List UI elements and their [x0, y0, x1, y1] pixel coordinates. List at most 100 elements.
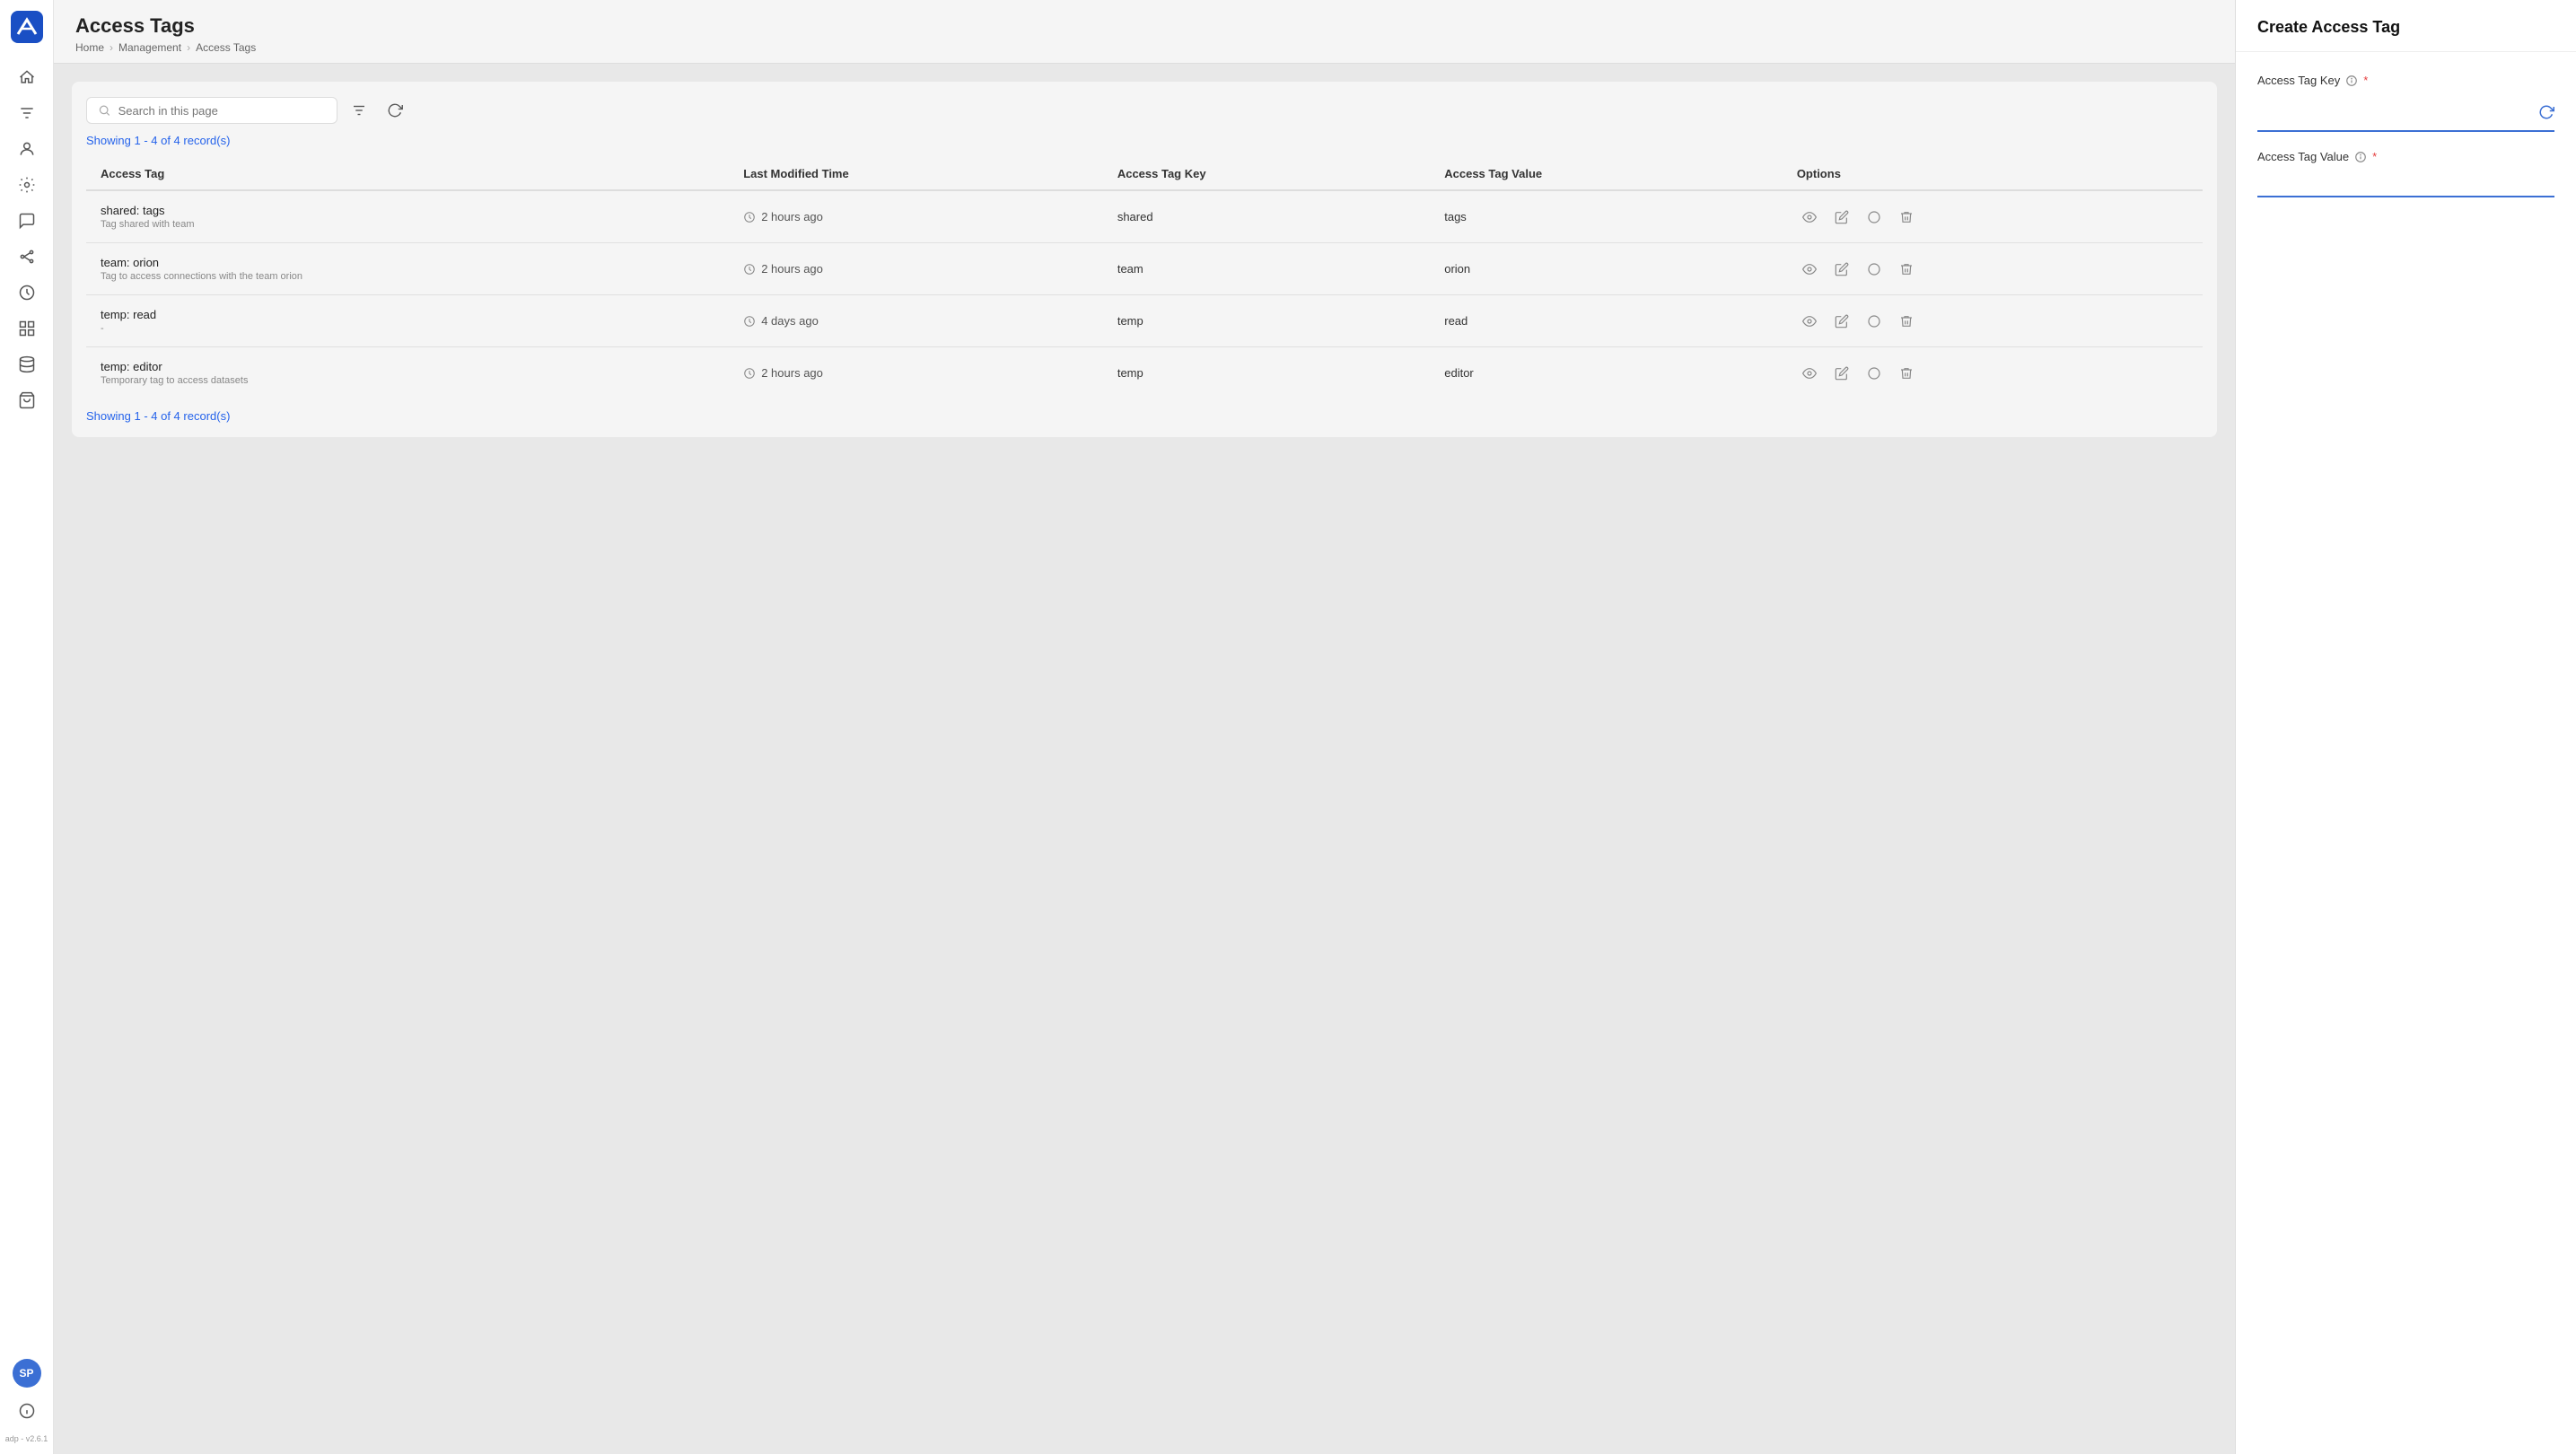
tag-desc-1: Tag to access connections with the team …: [101, 271, 714, 282]
cell-key-2: temp: [1103, 295, 1430, 347]
toolbar: [86, 96, 2203, 125]
col-access-tag-key: Access Tag Key: [1103, 158, 1430, 190]
edit-button-2[interactable]: [1829, 309, 1854, 334]
delete-button-1[interactable]: [1894, 257, 1919, 282]
info-icon-key: [2345, 74, 2358, 87]
delete-button-3[interactable]: [1894, 361, 1919, 386]
actions-1: [1797, 257, 2188, 282]
create-panel-header: Create Access Tag: [2236, 0, 2576, 52]
modified-time-0: 2 hours ago: [761, 210, 823, 223]
actions-0: [1797, 205, 2188, 230]
edit-button-3[interactable]: [1829, 361, 1854, 386]
modified-time-3: 2 hours ago: [761, 366, 823, 380]
sidebar-item-chat[interactable]: [11, 205, 43, 237]
breadcrumb: Home › Management › Access Tags: [75, 41, 2213, 54]
time-cell-2: 4 days ago: [743, 314, 1089, 328]
copy-button-0[interactable]: [1862, 205, 1887, 230]
view-button-0[interactable]: [1797, 205, 1822, 230]
cell-tag-name-3: temp: editor Temporary tag to access dat…: [86, 347, 729, 399]
copy-button-3[interactable]: [1862, 361, 1887, 386]
sidebar-item-home[interactable]: [11, 61, 43, 93]
sidebar-item-connections[interactable]: [11, 241, 43, 273]
table-row: temp: editor Temporary tag to access dat…: [86, 347, 2203, 399]
info-icon[interactable]: [11, 1395, 43, 1427]
time-cell-3: 2 hours ago: [743, 366, 1089, 380]
edit-button-0[interactable]: [1829, 205, 1854, 230]
sidebar-item-bag[interactable]: [11, 384, 43, 416]
tag-value-0: tags: [1444, 210, 1467, 223]
modified-time-1: 2 hours ago: [761, 262, 823, 276]
tag-key-1: team: [1117, 262, 1143, 276]
cell-options-0: [1783, 190, 2203, 243]
table-row: temp: read - 4 days ago temp read: [86, 295, 2203, 347]
cell-modified-2: 4 days ago: [729, 295, 1103, 347]
clock-icon-0: [743, 211, 756, 223]
sidebar-item-filter[interactable]: [11, 97, 43, 129]
tag-desc-0: Tag shared with team: [101, 219, 714, 230]
sidebar-item-users[interactable]: [11, 133, 43, 165]
view-button-3[interactable]: [1797, 361, 1822, 386]
filter-button[interactable]: [345, 96, 373, 125]
access-tag-key-label: Access Tag Key *: [2257, 74, 2554, 87]
main-content: Access Tags Home › Management › Access T…: [54, 0, 2235, 1454]
tag-key-0: shared: [1117, 210, 1153, 223]
cell-options-2: [1783, 295, 2203, 347]
view-button-1[interactable]: [1797, 257, 1822, 282]
key-required-star: *: [2363, 74, 2368, 87]
col-access-tag-value: Access Tag Value: [1430, 158, 1783, 190]
create-panel-title: Create Access Tag: [2257, 18, 2554, 37]
sidebar-item-settings[interactable]: [11, 169, 43, 201]
breadcrumb-sep-1: ›: [110, 41, 113, 54]
breadcrumb-management[interactable]: Management: [118, 41, 181, 54]
breadcrumb-home[interactable]: Home: [75, 41, 104, 54]
app-logo[interactable]: [11, 11, 43, 43]
create-panel-body: Access Tag Key * Access Tag Value *: [2236, 52, 2576, 1454]
page-header: Access Tags Home › Management › Access T…: [54, 0, 2235, 64]
info-icon-value: [2354, 151, 2367, 163]
value-required-star: *: [2372, 150, 2377, 163]
clock-icon-2: [743, 315, 756, 328]
cell-options-1: [1783, 243, 2203, 295]
key-refresh-button[interactable]: [2538, 104, 2554, 120]
refresh-button[interactable]: [381, 96, 409, 125]
access-tags-table: Access Tag Last Modified Time Access Tag…: [86, 158, 2203, 399]
col-options: Options: [1783, 158, 2203, 190]
access-tag-key-input[interactable]: [2257, 100, 2538, 125]
edit-button-1[interactable]: [1829, 257, 1854, 282]
search-box[interactable]: [86, 97, 337, 124]
key-refresh-icon: [2538, 104, 2554, 120]
tag-key-2: temp: [1117, 314, 1143, 328]
cell-modified-0: 2 hours ago: [729, 190, 1103, 243]
delete-button-2[interactable]: [1894, 309, 1919, 334]
tag-desc-3: Temporary tag to access datasets: [101, 375, 714, 386]
col-access-tag: Access Tag: [86, 158, 729, 190]
delete-button-0[interactable]: [1894, 205, 1919, 230]
sidebar-item-history[interactable]: [11, 276, 43, 309]
tag-name-2: temp: read: [101, 308, 714, 321]
tag-key-3: temp: [1117, 366, 1143, 380]
cell-key-1: team: [1103, 243, 1430, 295]
view-button-2[interactable]: [1797, 309, 1822, 334]
sidebar-item-database[interactable]: [11, 348, 43, 381]
right-panel: Create Access Tag Access Tag Key * Acc: [2235, 0, 2576, 1454]
cell-modified-3: 2 hours ago: [729, 347, 1103, 399]
cell-key-0: shared: [1103, 190, 1430, 243]
tag-value-3: editor: [1444, 366, 1474, 380]
user-avatar[interactable]: SP: [13, 1359, 41, 1388]
actions-3: [1797, 361, 2188, 386]
access-tag-value-input[interactable]: [2257, 171, 2554, 197]
search-icon: [98, 103, 111, 118]
cell-options-3: [1783, 347, 2203, 399]
access-tag-value-label: Access Tag Value *: [2257, 150, 2554, 163]
search-input[interactable]: [118, 104, 326, 118]
clock-icon-1: [743, 263, 756, 276]
sidebar-item-grid[interactable]: [11, 312, 43, 345]
cell-value-3: editor: [1430, 347, 1783, 399]
access-tag-value-field: Access Tag Value *: [2257, 150, 2554, 197]
copy-button-1[interactable]: [1862, 257, 1887, 282]
sidebar: SP adp - v2.6.1: [0, 0, 54, 1454]
refresh-icon: [387, 102, 403, 118]
copy-button-2[interactable]: [1862, 309, 1887, 334]
cell-value-0: tags: [1430, 190, 1783, 243]
col-modified-time: Last Modified Time: [729, 158, 1103, 190]
